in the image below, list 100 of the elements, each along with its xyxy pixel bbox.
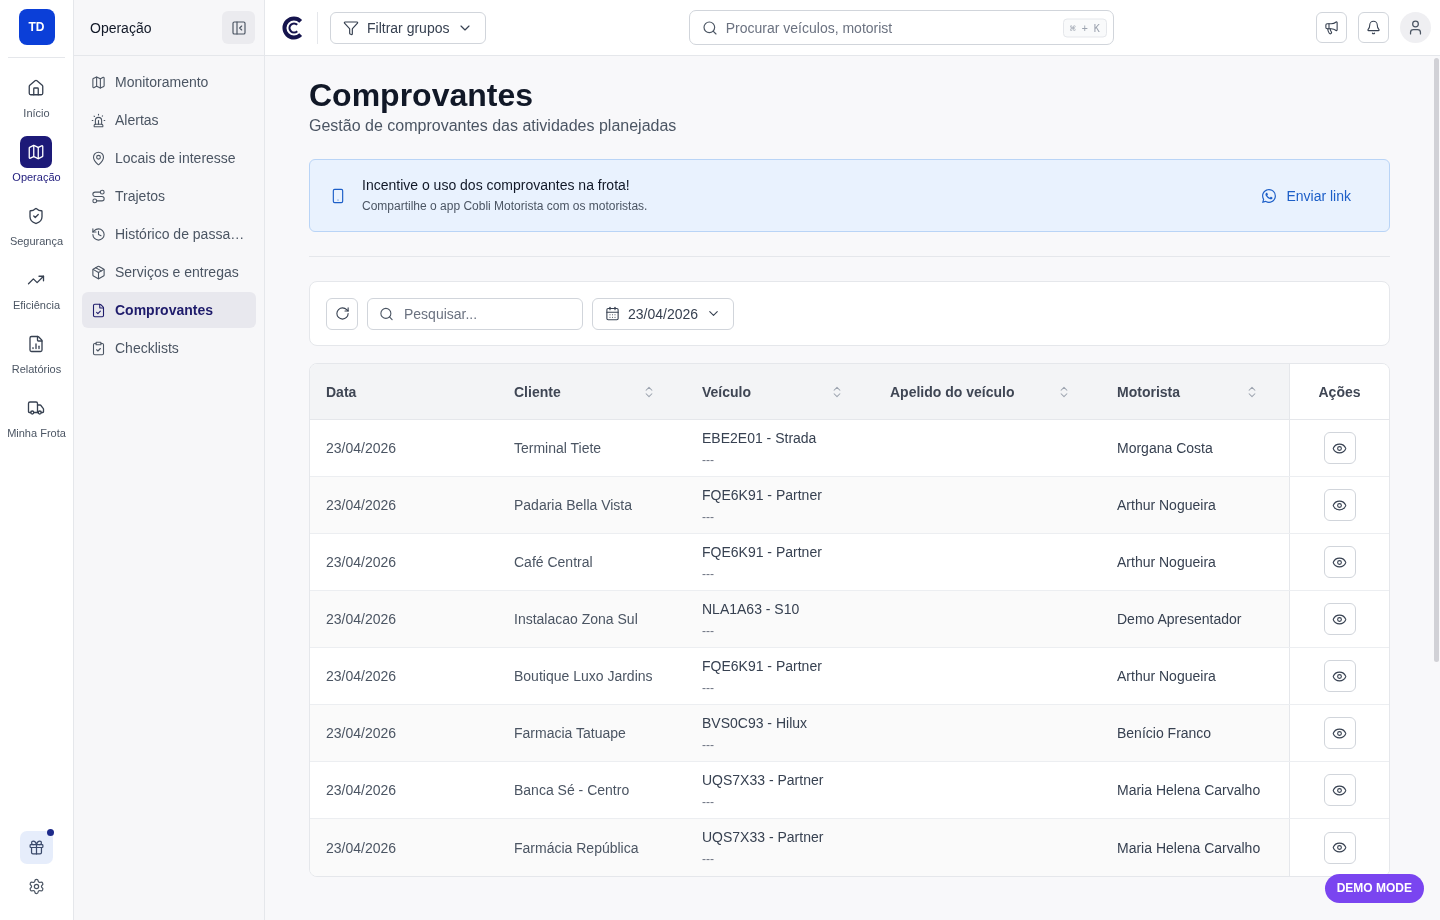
view-button[interactable] xyxy=(1323,546,1356,578)
view-button[interactable] xyxy=(1323,831,1356,864)
table-cell: UQS7X33 - Partner xyxy=(702,829,824,846)
table-cell: NLA1A63 - S10 xyxy=(702,600,800,618)
file-check-icon xyxy=(91,302,106,318)
eye-icon xyxy=(1332,440,1347,456)
refresh-icon xyxy=(334,306,350,321)
table-cell: BVS0C93 - Hilux xyxy=(702,714,808,732)
banner-title: Incentive o uso dos comprovantes na frota! xyxy=(362,177,630,194)
announcements-button[interactable] xyxy=(1316,12,1347,43)
sidebar-item[interactable]: Alertas xyxy=(82,102,256,138)
table-cell: Morgana Costa xyxy=(1117,440,1213,456)
sidebar-item[interactable]: Comprovantes xyxy=(82,292,256,328)
notifications-button[interactable] xyxy=(1358,12,1389,43)
history-icon xyxy=(91,226,106,242)
table-cell: Benício Franco xyxy=(1117,725,1212,741)
user-avatar[interactable]: TD xyxy=(18,9,55,45)
search-icon xyxy=(701,19,718,36)
empty-value: --- xyxy=(702,737,714,752)
table-cell: Arthur Nogueira xyxy=(1117,497,1216,513)
table-cell: UQS7X33 - Partner xyxy=(702,771,824,789)
filter-icon xyxy=(343,19,359,36)
column-header: Veículo xyxy=(702,383,752,400)
eye-icon xyxy=(1332,668,1347,684)
table-cell: 23/04/2026 xyxy=(326,611,397,627)
settings-icon xyxy=(28,877,45,895)
empty-value: --- xyxy=(702,794,714,809)
empty-value: --- xyxy=(702,623,714,638)
table-cell: Instalacao Zona Sul xyxy=(514,611,638,627)
user-icon xyxy=(1407,19,1424,36)
table-cell: Arthur Nogueira xyxy=(1117,668,1216,684)
table-cell: 23/04/2026 xyxy=(326,497,397,513)
sidebar-title: Operação xyxy=(90,19,152,36)
view-button[interactable] xyxy=(1323,432,1356,464)
page-subtitle: Gestão de comprovantes das atividades planejadas xyxy=(309,116,678,136)
empty-value: --- xyxy=(702,452,714,467)
empty-value: --- xyxy=(702,566,714,581)
rail-nav-item[interactable]: Operação xyxy=(12,136,61,184)
gift-icon xyxy=(28,839,45,856)
table-cell: FQE6K91 - Partner xyxy=(702,543,822,561)
table-cell: EBE2E01 - Strada xyxy=(702,429,817,447)
page-title: Comprovantes xyxy=(309,76,535,114)
eye-icon xyxy=(1332,725,1347,741)
eye-icon xyxy=(1332,782,1347,798)
search-icon xyxy=(379,306,394,321)
profile-button[interactable] xyxy=(1400,12,1431,43)
view-button[interactable] xyxy=(1323,717,1356,749)
table-cell: Maria Helena Carvalho xyxy=(1117,782,1261,798)
view-button[interactable] xyxy=(1323,603,1356,635)
table-cell: Demo Apresentador xyxy=(1117,611,1242,627)
column-header: Ações xyxy=(1289,364,1389,419)
smartphone-icon xyxy=(330,187,346,204)
map-icon xyxy=(20,136,53,168)
table-cell: 23/04/2026 xyxy=(326,668,397,684)
rail-nav-item[interactable]: Início xyxy=(20,72,53,120)
rail-nav-item[interactable]: Eficiência xyxy=(12,264,61,312)
shortcut-hint: ⌘ + K xyxy=(1062,18,1107,37)
date-picker-button[interactable]: 23/04/2026 xyxy=(592,297,735,330)
sidebar-item[interactable]: Locais de interesse xyxy=(82,140,256,176)
sidebar-item[interactable]: Checklists xyxy=(82,330,256,366)
megaphone-icon xyxy=(1324,20,1339,35)
package-icon xyxy=(91,264,106,280)
siren-icon xyxy=(91,112,106,128)
column-header: Motorista xyxy=(1117,383,1180,400)
table-cell: Farmacia Tatuape xyxy=(514,725,626,741)
table-cell: Café Central xyxy=(514,554,593,570)
rail-nav-item[interactable]: Segurança xyxy=(9,200,64,248)
panel-left-icon xyxy=(230,19,247,36)
search-field[interactable]: Pesquisar... xyxy=(367,297,583,330)
route-icon xyxy=(91,188,106,204)
column-header: Data xyxy=(326,383,357,400)
rail-nav-item[interactable]: Relatórios xyxy=(11,328,62,376)
sidebar-item[interactable]: Serviços e entregas xyxy=(82,254,256,290)
gift-button[interactable] xyxy=(20,831,53,864)
view-button[interactable] xyxy=(1323,489,1356,521)
table-cell: Farmácia República xyxy=(514,839,639,856)
send-link[interactable]: Enviar link xyxy=(1262,187,1351,204)
eye-icon xyxy=(1332,497,1347,513)
demo-mode-badge: DEMO MODE xyxy=(1324,874,1424,903)
view-button[interactable] xyxy=(1323,774,1356,806)
empty-value: --- xyxy=(702,509,714,524)
sidebar-item[interactable]: Trajetos xyxy=(82,178,256,214)
view-button[interactable] xyxy=(1323,660,1356,692)
table-cell: 23/04/2026 xyxy=(326,440,397,456)
table-cell: 23/04/2026 xyxy=(326,839,397,856)
table-cell: Padaria Bella Vista xyxy=(514,497,633,513)
eye-icon xyxy=(1332,611,1347,627)
collapse-sidebar-button[interactable] xyxy=(222,11,255,44)
eye-icon xyxy=(1332,840,1347,855)
sidebar-item[interactable]: Monitoramento xyxy=(82,64,256,100)
filter-groups-button[interactable]: Filtrar grupos xyxy=(330,11,487,44)
column-header: Cliente xyxy=(514,383,561,400)
sidebar-item[interactable]: Histórico de passa… xyxy=(82,216,256,252)
map-icon xyxy=(91,74,106,90)
table-cell: 23/04/2026 xyxy=(326,725,397,741)
clipboard-check-icon xyxy=(91,340,106,356)
banner-text: Compartilhe o app Cobli Motorista com os motoristas. xyxy=(362,199,648,214)
rail-nav-item[interactable]: Minha Frota xyxy=(7,392,66,440)
table-cell: Maria Helena Carvalho xyxy=(1117,839,1261,856)
refresh-button[interactable] xyxy=(326,297,358,330)
